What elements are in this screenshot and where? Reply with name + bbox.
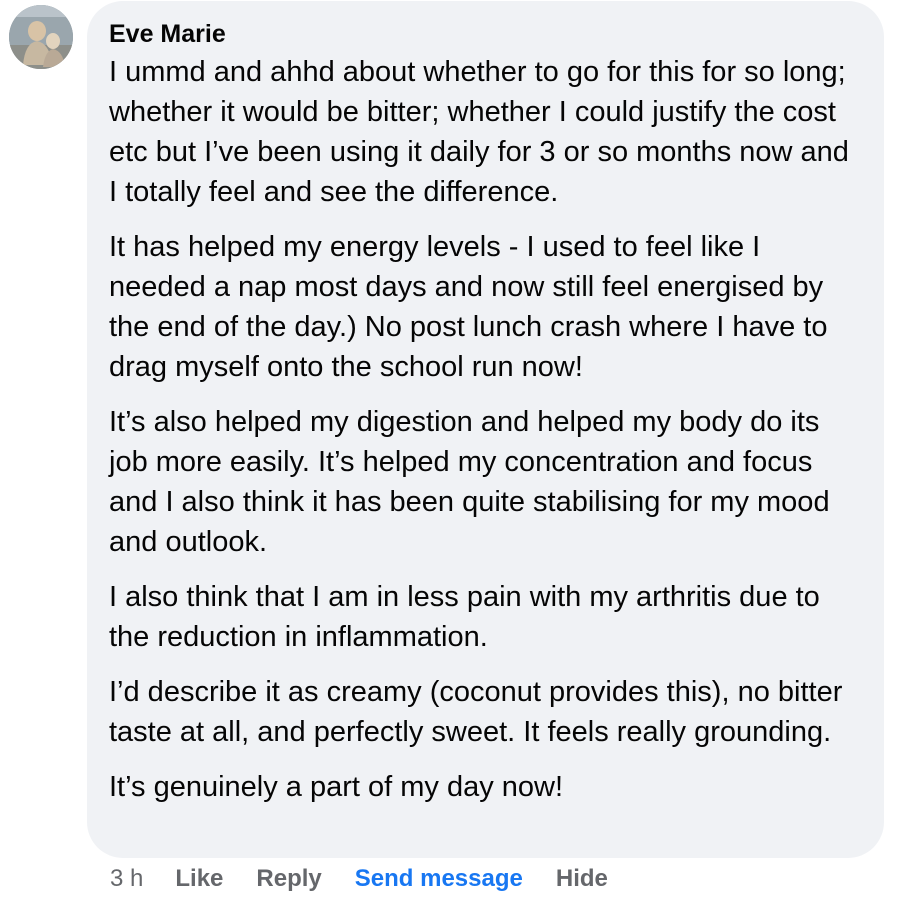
comment-paragraph: It’s genuinely a part of my day now! [109,771,564,803]
comment-actions: 3 h Like Reply Send message Hide [110,862,641,896]
reply-button[interactable]: Reply [256,862,321,896]
hide-button[interactable]: Hide [556,862,608,896]
send-message-button[interactable]: Send message [355,862,523,896]
comment-timestamp[interactable]: 3 h [110,862,143,896]
avatar-photo-icon [9,5,73,69]
like-button[interactable]: Like [175,862,223,896]
comment-bubble: Eve Marie I ummd and ahhd about whether … [87,1,884,858]
comment-paragraph: I’d describe it as creamy (coconut provi… [109,676,843,748]
comment-author[interactable]: Eve Marie [109,18,864,50]
comment-paragraph: I ummd and ahhd about whether to go for … [109,56,849,208]
comment-paragraph: I also think that I am in less pain with… [109,581,820,653]
comment-paragraph: It has helped my energy levels - I used … [109,231,828,383]
comment-paragraph: It’s also helped my digestion and helped… [109,406,830,558]
avatar[interactable] [9,5,73,69]
